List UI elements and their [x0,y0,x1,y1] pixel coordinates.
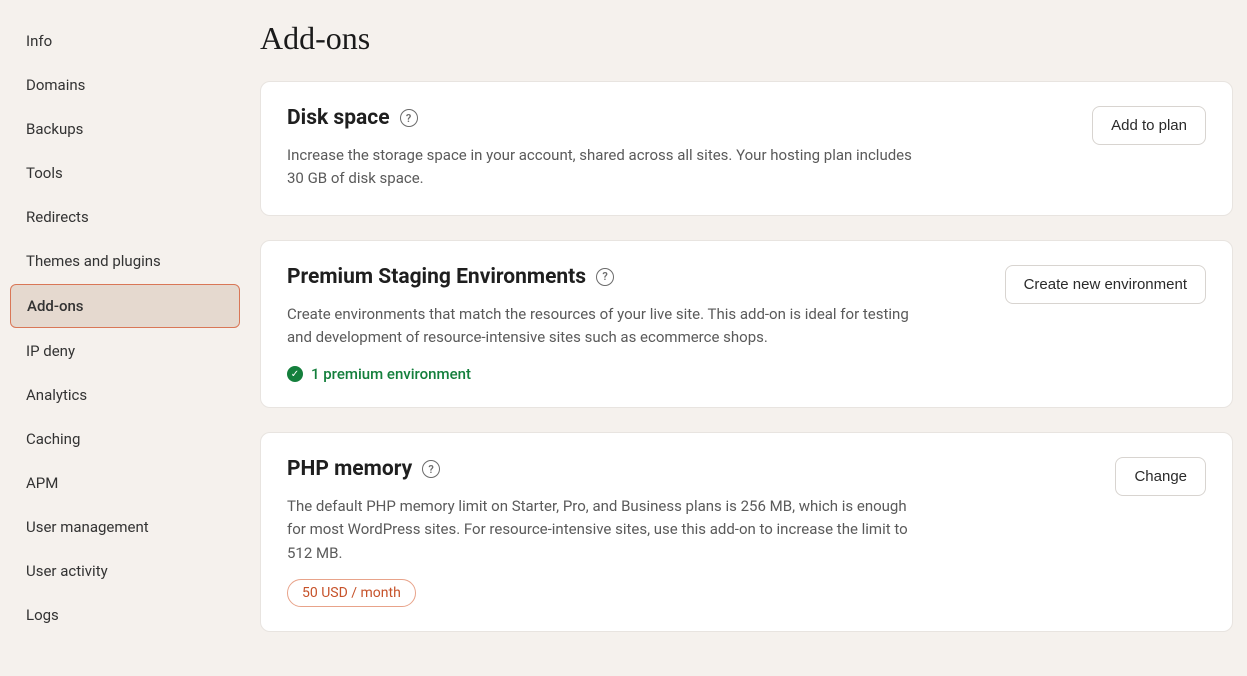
card-disk-space: Disk space ? Increase the storage space … [260,81,1233,216]
card-title: Disk space [287,106,390,130]
sidebar-item-user-management[interactable]: User management [10,506,240,548]
sidebar-item-label: Caching [26,430,80,448]
sidebar-item-label: IP deny [26,342,75,360]
sidebar-item-label: Tools [26,164,63,182]
card-title: Premium Staging Environments [287,265,586,289]
card-description: Increase the storage space in your accou… [287,144,927,191]
status-text: 1 premium environment [311,365,471,383]
sidebar-item-analytics[interactable]: Analytics [10,374,240,416]
sidebar-item-ip-deny[interactable]: IP deny [10,330,240,372]
sidebar-item-label: User management [26,518,149,536]
sidebar-item-label: Info [26,32,52,50]
sidebar-item-label: Themes and plugins [26,252,161,270]
sidebar-item-label: Redirects [26,208,89,226]
sidebar-item-add-ons[interactable]: Add-ons [10,284,240,328]
sidebar-item-redirects[interactable]: Redirects [10,196,240,238]
status-badge: ✓ 1 premium environment [287,365,927,383]
main-content: Add-ons Disk space ? Increase the storag… [248,0,1247,676]
help-icon[interactable]: ? [422,460,440,478]
sidebar: Info Domains Backups Tools Redirects The… [0,0,248,676]
change-button[interactable]: Change [1115,457,1206,496]
card-php-memory: PHP memory ? The default PHP memory limi… [260,432,1233,632]
sidebar-item-info[interactable]: Info [10,20,240,62]
help-icon[interactable]: ? [400,109,418,127]
sidebar-item-domains[interactable]: Domains [10,64,240,106]
add-to-plan-button[interactable]: Add to plan [1092,106,1206,145]
sidebar-item-user-activity[interactable]: User activity [10,550,240,592]
page-title: Add-ons [260,20,1233,57]
sidebar-item-themes-plugins[interactable]: Themes and plugins [10,240,240,282]
price-pill: 50 USD / month [287,579,416,607]
sidebar-item-backups[interactable]: Backups [10,108,240,150]
card-description: The default PHP memory limit on Starter,… [287,495,927,565]
sidebar-item-apm[interactable]: APM [10,462,240,504]
create-environment-button[interactable]: Create new environment [1005,265,1206,304]
sidebar-item-logs[interactable]: Logs [10,594,240,636]
card-description: Create environments that match the resou… [287,303,927,350]
sidebar-item-label: Logs [26,606,59,624]
sidebar-item-label: Analytics [26,386,87,404]
sidebar-item-tools[interactable]: Tools [10,152,240,194]
card-premium-staging: Premium Staging Environments ? Create en… [260,240,1233,409]
sidebar-item-label: APM [26,474,58,492]
card-title: PHP memory [287,457,412,481]
sidebar-item-caching[interactable]: Caching [10,418,240,460]
help-icon[interactable]: ? [596,268,614,286]
sidebar-item-label: Domains [26,76,85,94]
sidebar-item-label: Add-ons [27,297,84,315]
sidebar-item-label: User activity [26,562,108,580]
sidebar-item-label: Backups [26,120,83,138]
check-circle-icon: ✓ [287,366,303,382]
